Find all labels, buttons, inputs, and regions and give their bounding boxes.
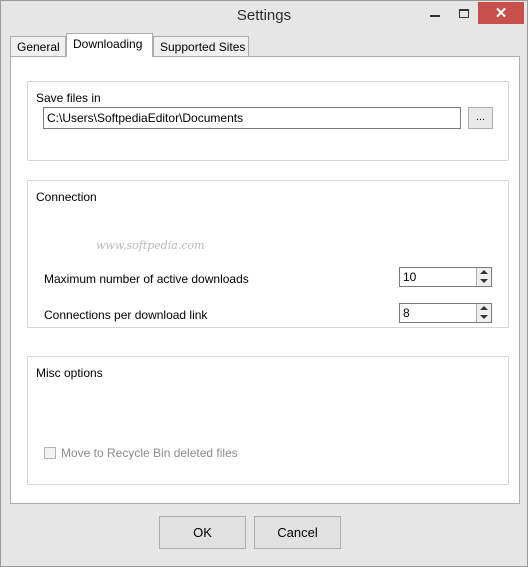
settings-window: Settings ✕ General Downloading Supported… bbox=[0, 0, 528, 567]
max-active-downloads-arrows bbox=[476, 268, 491, 286]
watermark: www.softpedia.com bbox=[96, 239, 205, 252]
decrement-arrow-icon[interactable] bbox=[480, 315, 488, 319]
max-active-downloads-label: Maximum number of active downloads bbox=[44, 272, 249, 286]
connections-per-link-arrows bbox=[476, 304, 491, 322]
save-path-input[interactable]: C:\Users\SoftpediaEditor\Documents bbox=[43, 107, 461, 129]
browse-button[interactable]: ... bbox=[468, 107, 493, 129]
connections-per-link-stepper[interactable]: 8 bbox=[399, 303, 492, 323]
decrement-arrow-icon[interactable] bbox=[480, 279, 488, 283]
tab-downloading[interactable]: Downloading bbox=[66, 33, 153, 57]
misc-options-group: Misc options Move to Recycle Bin deleted… bbox=[27, 356, 509, 485]
recycle-bin-label: Move to Recycle Bin deleted files bbox=[61, 446, 238, 460]
minimize-button[interactable] bbox=[421, 2, 449, 24]
max-active-downloads-stepper[interactable]: 10 bbox=[399, 267, 492, 287]
maximize-icon bbox=[459, 8, 469, 18]
misc-options-group-title: Misc options bbox=[36, 366, 103, 380]
close-button[interactable]: ✕ bbox=[478, 2, 524, 24]
connections-per-link-label: Connections per download link bbox=[44, 308, 208, 322]
max-active-downloads-value[interactable]: 10 bbox=[403, 270, 416, 284]
connection-group: Connection Maximum number of active down… bbox=[27, 180, 509, 328]
increment-arrow-icon[interactable] bbox=[480, 306, 488, 310]
tab-general[interactable]: General bbox=[10, 36, 66, 57]
cancel-button[interactable]: Cancel bbox=[254, 516, 341, 549]
ok-button[interactable]: OK bbox=[159, 516, 246, 549]
tab-supported-sites[interactable]: Supported Sites bbox=[153, 36, 249, 57]
save-files-group: Save files in C:\Users\SoftpediaEditor\D… bbox=[27, 81, 509, 161]
increment-arrow-icon[interactable] bbox=[480, 270, 488, 274]
recycle-bin-checkbox[interactable] bbox=[44, 447, 56, 459]
maximize-button[interactable] bbox=[450, 2, 478, 24]
save-files-group-title: Save files in bbox=[36, 91, 101, 105]
tab-panel-downloading: Save files in C:\Users\SoftpediaEditor\D… bbox=[10, 56, 520, 504]
title-bar: Settings ✕ bbox=[1, 1, 527, 32]
recycle-bin-option[interactable]: Move to Recycle Bin deleted files bbox=[44, 446, 238, 460]
connections-per-link-value[interactable]: 8 bbox=[403, 306, 410, 320]
connection-group-title: Connection bbox=[36, 190, 97, 204]
close-icon: ✕ bbox=[494, 4, 508, 22]
minimize-icon bbox=[430, 15, 440, 17]
